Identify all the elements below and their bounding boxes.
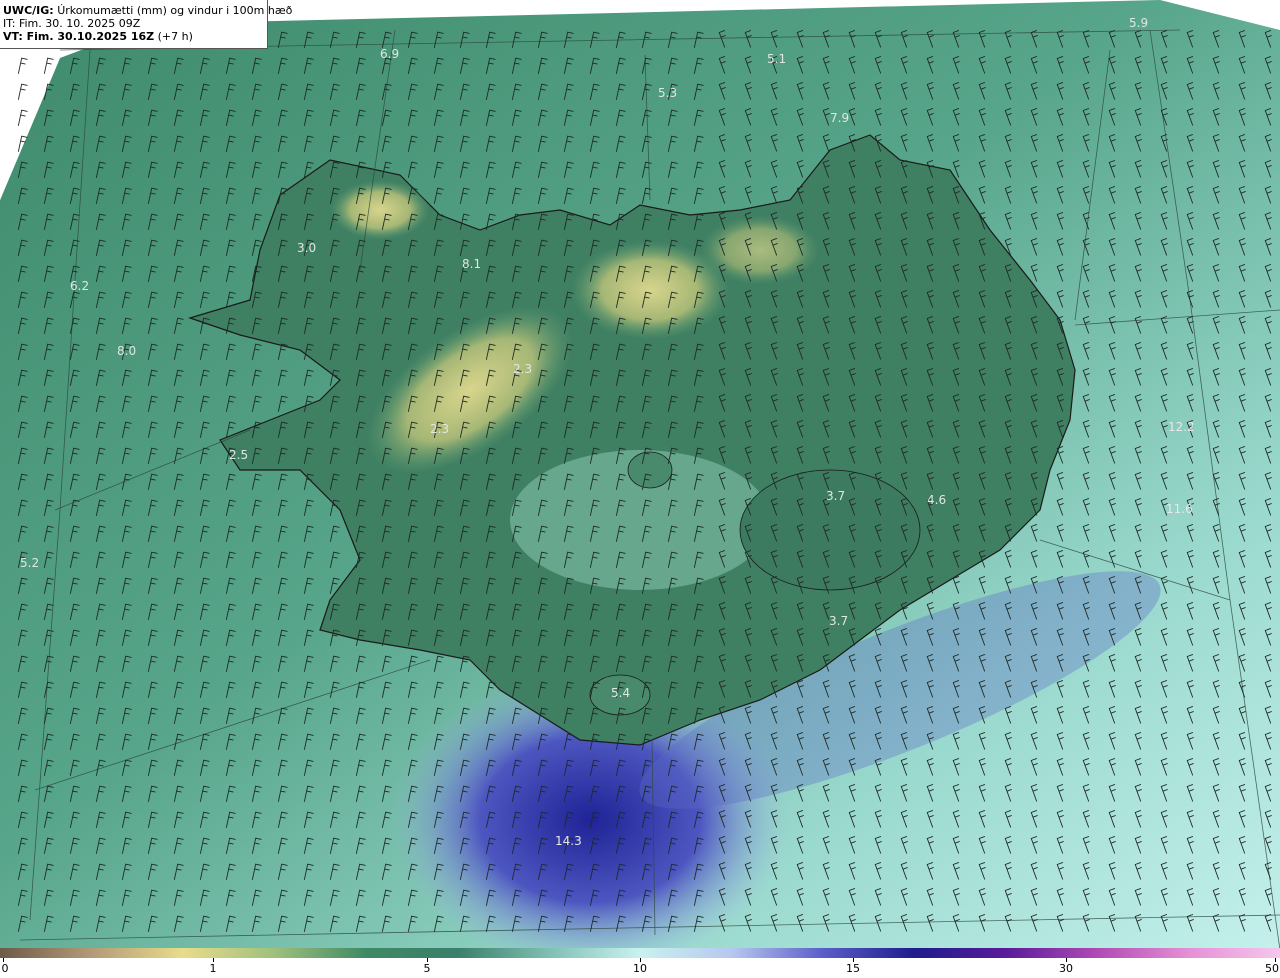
value-label: 3.7 xyxy=(829,614,848,628)
title-text: Úrkomumætti (mm) og vindur i 100m hæð xyxy=(57,4,293,17)
highland-east xyxy=(700,215,820,285)
value-label: 8.1 xyxy=(462,257,481,271)
value-label: 3.7 xyxy=(826,489,845,503)
colorbar-tick-label: 50 xyxy=(1265,962,1279,975)
colorbar-tick-label: 0 xyxy=(1,962,9,975)
colorbar-tick-label: 1 xyxy=(209,962,217,975)
value-label: 5.9 xyxy=(1129,16,1148,30)
weather-map: 6.9 5.1 5.3 5.9 7.9 3.0 8.1 6.2 8.0 2.3 … xyxy=(0,0,1280,948)
valid-offset: (+7 h) xyxy=(157,30,193,43)
colorbar-tick-label: 15 xyxy=(846,962,860,975)
precip-colorbar xyxy=(0,948,1280,958)
value-label: 2.5 xyxy=(229,448,248,462)
value-label: 2.3 xyxy=(430,422,449,436)
value-label: 14.3 xyxy=(555,834,582,848)
colorbar-tick-label: 30 xyxy=(1059,962,1073,975)
value-label: 4.6 xyxy=(927,493,946,507)
value-label: 8.0 xyxy=(117,344,136,358)
value-label: 12.2 xyxy=(1168,420,1195,434)
value-label: 2.3 xyxy=(513,362,532,376)
value-label: 5.2 xyxy=(20,556,39,570)
value-label: 5.1 xyxy=(767,52,786,66)
map-header: UWC/IG: Úrkomumætti (mm) og vindur i 100… xyxy=(0,0,292,49)
valid-time: VT: Fim. 30.10.2025 16Z xyxy=(3,30,155,43)
colorbar-tick-label: 10 xyxy=(633,962,647,975)
value-label: 5.4 xyxy=(611,686,630,700)
value-label: 7.9 xyxy=(830,111,849,125)
vatnajokull-region xyxy=(739,469,921,591)
title-prefix: UWC/IG: xyxy=(3,4,54,17)
value-label: 5.3 xyxy=(658,86,677,100)
value-label: 6.2 xyxy=(70,279,89,293)
value-label: 11.6 xyxy=(1166,502,1193,516)
hofsjokull xyxy=(627,451,673,489)
colorbar-tick-label: 5 xyxy=(423,962,431,975)
issue-time: IT: Fim. 30. 10. 2025 09Z xyxy=(3,17,141,30)
value-label: 3.0 xyxy=(297,241,316,255)
value-label: 6.9 xyxy=(380,47,399,61)
